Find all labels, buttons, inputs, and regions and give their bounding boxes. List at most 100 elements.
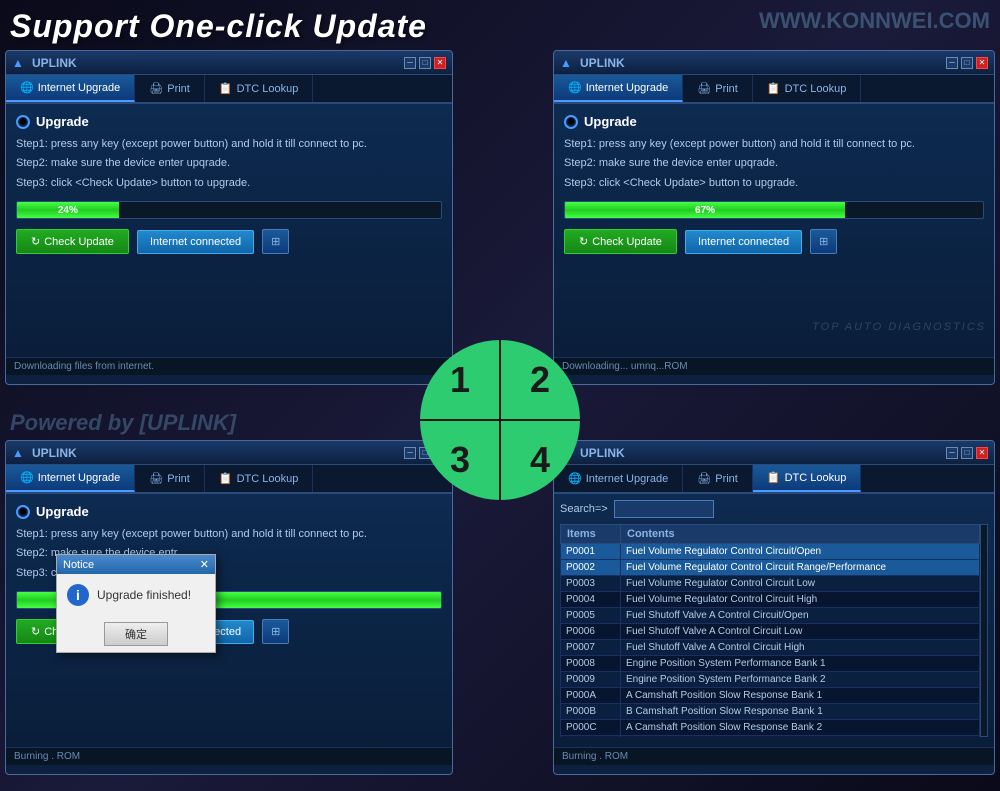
dtc-icon-2: 📋	[767, 82, 781, 95]
minimize-btn-1[interactable]: ─	[404, 57, 416, 69]
print-icon-2: 🖨	[697, 82, 711, 95]
internet-connected-btn-1[interactable]: Internet connected	[137, 230, 254, 254]
upgrade-radio-1: ●	[16, 115, 30, 129]
quadrant-circle: 1 2 3 4	[420, 340, 580, 500]
print-icon-4: 🖨	[697, 472, 711, 485]
step1-text-3: Step1: press any key (except power butto…	[16, 527, 442, 542]
titlebar-2: ▲ UPLINK ─ □ ✕	[554, 51, 994, 75]
powered-by-label: Powered by [UPLINK]	[10, 410, 236, 436]
uplink-window-2: ▲ UPLINK ─ □ ✕ 🌐 Internet Upgrade 🖨 Prin…	[553, 50, 995, 385]
notice-message: Upgrade finished!	[97, 588, 191, 602]
search-input[interactable]	[614, 500, 714, 518]
upgrade-title-3: Upgrade	[36, 504, 89, 519]
table-row[interactable]: P000DB Camshaft Position Slow Response B…	[561, 736, 980, 738]
restore-btn-1[interactable]: □	[419, 57, 431, 69]
table-row[interactable]: P0005Fuel Shutoff Valve A Control Circui…	[561, 608, 980, 624]
quadrant-1: 1	[420, 340, 500, 420]
table-row[interactable]: P000AA Camshaft Position Slow Response B…	[561, 688, 980, 704]
titlebar-text-1: UPLINK	[32, 56, 404, 70]
status-bar-4: Burning . ROM	[554, 747, 994, 765]
titlebar-text-2: UPLINK	[580, 56, 946, 70]
upgrade-radio-3: ●	[16, 505, 30, 519]
tab-internet-upgrade-3[interactable]: 🌐 Internet Upgrade	[6, 465, 135, 492]
watermark-2: Top Auto Diagnostics	[812, 321, 986, 333]
globe-icon-2: 🌐	[568, 81, 582, 94]
upgrade-title-1: Upgrade	[36, 114, 89, 129]
tab-print-3[interactable]: 🖨 Print	[135, 465, 205, 492]
col-contents: Contents	[621, 525, 980, 544]
close-btn-1[interactable]: ✕	[434, 57, 446, 69]
minimize-btn-4[interactable]: ─	[946, 447, 958, 459]
dtc-table-header: Items Contents	[561, 525, 980, 544]
titlebar-text-4: UPLINK	[580, 446, 946, 460]
step2-text-2: Step2: make sure the device enter upqrad…	[564, 156, 984, 171]
progress-bar-2: 67%	[565, 202, 845, 218]
table-row[interactable]: P0001Fuel Volume Regulator Control Circu…	[561, 544, 980, 560]
globe-icon-1: 🌐	[20, 81, 34, 94]
globe-icon-3: 🌐	[20, 471, 34, 484]
col-items: Items	[561, 525, 621, 544]
icon-btn-1[interactable]: ⊞	[262, 229, 289, 254]
icon-btn-2[interactable]: ⊞	[810, 229, 837, 254]
page-title: Support One-click Update	[10, 8, 427, 45]
titlebar-3: ▲ UPLINK ─ □ ✕	[6, 441, 452, 465]
restore-btn-2[interactable]: □	[961, 57, 973, 69]
info-icon: i	[67, 584, 89, 606]
tab-internet-upgrade-2[interactable]: 🌐 Internet Upgrade	[554, 75, 683, 102]
table-row[interactable]: P0003Fuel Volume Regulator Control Circu…	[561, 576, 980, 592]
status-bar-1: Downloading files from internet.	[6, 357, 452, 375]
upgrade-radio-2: ●	[564, 115, 578, 129]
tab-dtc-3[interactable]: 📋 DTC Lookup	[205, 465, 313, 492]
refresh-icon-3: ↻	[31, 625, 40, 638]
table-row[interactable]: P0002Fuel Volume Regulator Control Circu…	[561, 560, 980, 576]
progress-label-1: 24%	[58, 205, 78, 216]
table-row[interactable]: P0004Fuel Volume Regulator Control Circu…	[561, 592, 980, 608]
restore-btn-4[interactable]: □	[961, 447, 973, 459]
minimize-btn-3[interactable]: ─	[404, 447, 416, 459]
check-update-btn-2[interactable]: ↻ Check Update	[564, 229, 677, 254]
uplink-icon-2: ▲	[560, 56, 574, 70]
table-row[interactable]: P000BB Camshaft Position Slow Response B…	[561, 704, 980, 720]
refresh-icon-2: ↻	[579, 235, 588, 248]
quadrant-4: 4	[500, 420, 580, 500]
tab-dtc-4[interactable]: 📋 DTC Lookup	[753, 465, 861, 492]
tab-dtc-1[interactable]: 📋 DTC Lookup	[205, 75, 313, 102]
print-icon-1: 🖨	[149, 82, 163, 95]
uplink-window-4: ▲ UPLINK ─ □ ✕ 🌐 Internet Upgrade 🖨 Prin…	[553, 440, 995, 775]
tab-print-4[interactable]: 🖨 Print	[683, 465, 753, 492]
notice-close-icon[interactable]: ✕	[200, 558, 209, 571]
status-bar-2: Downloading... umnq...ROM	[554, 357, 994, 375]
titlebar-text-3: UPLINK	[32, 446, 404, 460]
uplink-icon-3: ▲	[12, 446, 26, 460]
close-btn-4[interactable]: ✕	[976, 447, 988, 459]
tab-internet-upgrade-1[interactable]: 🌐 Internet Upgrade	[6, 75, 135, 102]
internet-connected-btn-2[interactable]: Internet connected	[685, 230, 802, 254]
notice-ok-button[interactable]: 确定	[104, 622, 168, 646]
table-row[interactable]: P0009Engine Position System Performance …	[561, 672, 980, 688]
table-row[interactable]: P0006Fuel Shutoff Valve A Control Circui…	[561, 624, 980, 640]
uplink-window-1: ▲ UPLINK ─ □ ✕ 🌐 Internet Upgrade 🖨 Prin…	[5, 50, 453, 385]
refresh-icon-1: ↻	[31, 235, 40, 248]
progress-bar-1: 24%	[17, 202, 119, 218]
dtc-icon-3: 📋	[219, 472, 233, 485]
table-row[interactable]: P000CA Camshaft Position Slow Response B…	[561, 720, 980, 736]
print-icon-3: 🖨	[149, 472, 163, 485]
icon-btn-3[interactable]: ⊞	[262, 619, 289, 644]
tab-print-1[interactable]: 🖨 Print	[135, 75, 205, 102]
uplink-icon-1: ▲	[12, 56, 26, 70]
close-btn-2[interactable]: ✕	[976, 57, 988, 69]
step3-text-1: Step3: click <Check Update> button to up…	[16, 176, 442, 191]
tab-print-2[interactable]: 🖨 Print	[683, 75, 753, 102]
notice-dialog: Notice ✕ i Upgrade finished! 确定	[56, 554, 216, 653]
uplink-window-3: ▲ UPLINK ─ □ ✕ 🌐 Internet Upgrade 🖨 Prin…	[5, 440, 453, 775]
table-row[interactable]: P0007Fuel Shutoff Valve A Control Circui…	[561, 640, 980, 656]
minimize-btn-2[interactable]: ─	[946, 57, 958, 69]
tab-dtc-2[interactable]: 📋 DTC Lookup	[753, 75, 861, 102]
table-row[interactable]: P0008Engine Position System Performance …	[561, 656, 980, 672]
dtc-icon-4: 📋	[767, 471, 781, 484]
search-label: Search=>	[560, 503, 608, 515]
scrollbar[interactable]	[980, 524, 988, 737]
dtc-icon-1: 📋	[219, 82, 233, 95]
check-update-btn-1[interactable]: ↻ Check Update	[16, 229, 129, 254]
notice-titlebar: Notice ✕	[57, 555, 215, 574]
